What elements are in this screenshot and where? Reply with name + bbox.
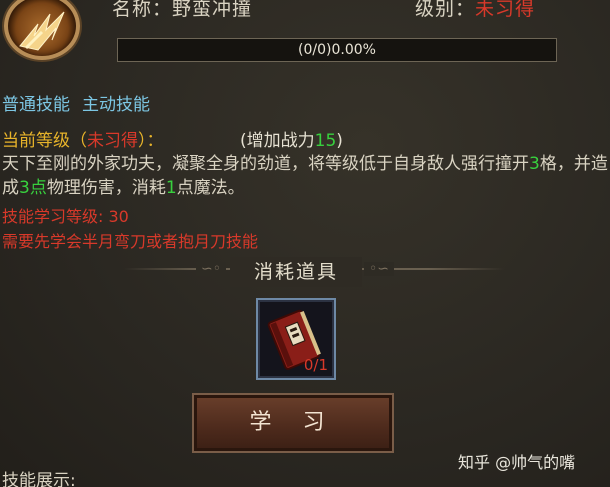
divider-ornament-right: ◦∽ xyxy=(364,262,394,276)
desc-num2: 3点 xyxy=(19,178,47,198)
requirement-prereq: 需要先学会半月弯刀或者抱月刀技能 xyxy=(2,232,259,251)
skill-level-value: 未习得 xyxy=(475,0,536,20)
desc-part1: 天下至刚的外家功夫，凝聚全身的劲道，将等级低于自身敌人强行撞开 xyxy=(2,154,529,174)
power-suffix: ) xyxy=(336,131,343,151)
power-bonus: (增加战力15) xyxy=(240,126,343,151)
learn-button[interactable]: 学 习 xyxy=(192,393,394,453)
skill-icon xyxy=(4,0,80,60)
desc-num1: 3 xyxy=(529,154,540,174)
current-level-prefix: 当前等级（ xyxy=(2,131,87,151)
watermark: 知乎 @帅气的嘴 xyxy=(458,453,576,472)
desc-part3: 物理伤害，消耗 xyxy=(46,178,166,198)
current-level-value: 未习得 xyxy=(87,131,138,151)
requirement-level: 技能学习等级: 30 xyxy=(2,207,129,226)
item-count: 0/1 xyxy=(303,356,328,374)
tag-normal-skill: 普通技能 xyxy=(2,95,70,115)
power-prefix: (增加战力 xyxy=(240,131,315,151)
dash-claw-icon xyxy=(19,11,65,51)
skill-progress-bar: (0/0)0.00% xyxy=(117,38,557,62)
skill-tags: 普通技能 主动技能 xyxy=(2,90,150,115)
skill-name-value: 野蛮冲撞 xyxy=(172,0,253,20)
desc-num3: 1 xyxy=(165,178,177,198)
skill-name-row: 名称：野蛮冲撞 xyxy=(112,0,252,21)
skill-detail-panel: 名称：野蛮冲撞 级别：未习得 (0/0)0.00% 普通技能 主动技能 当前等级（… xyxy=(0,0,610,487)
tag-active-skill: 主动技能 xyxy=(82,95,150,115)
skill-name-label: 名称： xyxy=(112,0,173,20)
current-level: 当前等级（未习得）： xyxy=(2,126,164,151)
desc-part4: 点魔法。 xyxy=(176,178,245,198)
skill-level-row: 级别：未习得 xyxy=(415,0,535,21)
divider-ornament-left: ∽◦ xyxy=(196,262,226,276)
skill-show-label: 技能展示: xyxy=(2,471,76,487)
skill-progress-text: (0/0)0.00% xyxy=(298,42,376,58)
skill-description: 天下至刚的外家功夫，凝聚全身的劲道，将等级低于自身敌人强行撞开3格，并造成3点物… xyxy=(2,152,608,200)
power-value: 15 xyxy=(314,131,337,151)
current-level-suffix: ）： xyxy=(138,131,164,151)
consume-item-slot[interactable]: 0/1 xyxy=(256,298,336,380)
consume-title: 消耗道具 xyxy=(230,257,362,287)
skill-level-label: 级别： xyxy=(415,0,476,20)
